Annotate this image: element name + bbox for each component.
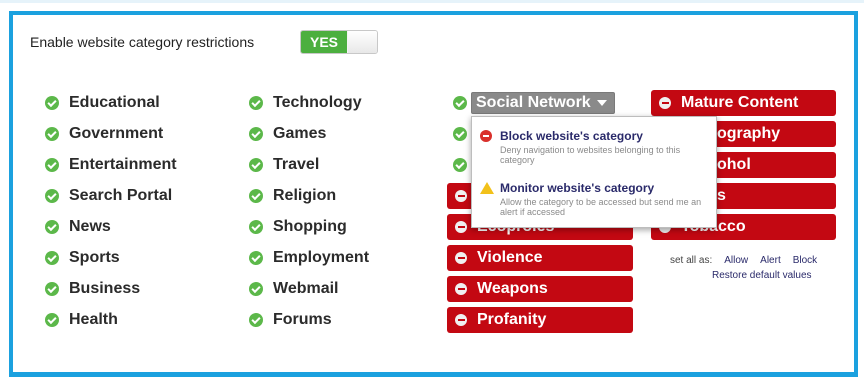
- category-label: Sports: [69, 249, 120, 266]
- category-forums[interactable]: Forums: [249, 310, 332, 330]
- category-government[interactable]: Government: [45, 124, 163, 144]
- warning-icon: [480, 182, 494, 194]
- category-employment[interactable]: Employment: [249, 248, 369, 268]
- category-label: ography: [717, 125, 781, 142]
- category-label: Government: [69, 125, 164, 142]
- category-educational[interactable]: Educational: [45, 93, 160, 113]
- category-technology[interactable]: Technology: [249, 93, 362, 113]
- category-shopping[interactable]: Shopping: [249, 217, 347, 237]
- allow-check-icon: [45, 127, 59, 141]
- block-icon: [455, 190, 467, 202]
- category-mature-content[interactable]: Mature Content: [651, 90, 836, 116]
- category-label: Search Portal: [69, 187, 173, 204]
- allow-check-icon: [249, 313, 263, 327]
- allow-check-icon: [453, 96, 467, 110]
- enable-restrictions-label: Enable website category restrictions: [30, 34, 255, 50]
- category-label: Shopping: [273, 218, 347, 235]
- option-description: Deny navigation to websites belonging to…: [500, 145, 681, 165]
- allow-check-icon: [249, 220, 263, 234]
- toggle-knob[interactable]: [348, 31, 377, 53]
- chevron-down-icon: [596, 100, 607, 106]
- category-label: Travel: [273, 156, 320, 173]
- allow-check-icon: [249, 189, 263, 203]
- category-label: Employment: [273, 249, 370, 266]
- set-all-block-link[interactable]: Block: [793, 255, 817, 266]
- category-health[interactable]: Health: [45, 310, 118, 330]
- category-profanity[interactable]: Profanity: [447, 307, 633, 333]
- category-travel[interactable]: Travel: [249, 155, 319, 175]
- category-games[interactable]: Games: [249, 124, 326, 144]
- category-weapons[interactable]: Weapons: [447, 276, 633, 302]
- social-network-dropdown[interactable]: Social Network: [471, 92, 615, 114]
- allow-check-icon: [249, 282, 263, 296]
- allow-check-icon: [249, 158, 263, 172]
- option-description: Allow the category to be accessed but se…: [500, 197, 702, 217]
- allow-check-icon: [453, 158, 467, 172]
- allow-check-icon: [45, 220, 59, 234]
- category-search-portal[interactable]: Search Portal: [45, 186, 172, 206]
- category-webmail[interactable]: Webmail: [249, 279, 339, 299]
- category-label: Business: [69, 280, 141, 297]
- block-icon: [455, 314, 467, 326]
- allow-check-icon: [249, 96, 263, 110]
- block-icon: [659, 97, 671, 109]
- category-label: Games: [273, 125, 327, 142]
- allow-check-icon: [249, 127, 263, 141]
- allow-check-icon: [249, 251, 263, 265]
- monitor-category-option[interactable]: Monitor website's category Allow the cat…: [480, 181, 710, 217]
- category-label: Educational: [69, 94, 160, 111]
- category-label: Health: [69, 311, 118, 328]
- set-all-allow-link[interactable]: Allow: [724, 255, 748, 266]
- category-label: Entertainment: [69, 156, 177, 173]
- category-label: Forums: [273, 311, 332, 328]
- set-all-controls: set all as: Allow Alert Block: [670, 255, 817, 266]
- allow-check-icon: [45, 96, 59, 110]
- enable-restrictions-row: Enable website category restrictions YES: [30, 30, 378, 54]
- set-all-alert-link[interactable]: Alert: [760, 255, 781, 266]
- category-label: Violence: [477, 249, 543, 266]
- top-divider: [0, 0, 864, 3]
- block-category-option[interactable]: Block website's category Deny navigation…: [480, 129, 710, 165]
- dropdown-label: Social Network: [476, 94, 591, 111]
- allow-check-icon: [45, 251, 59, 265]
- category-label: Weapons: [477, 280, 548, 297]
- category-action-menu: Block website's category Deny navigation…: [471, 116, 717, 228]
- category-sports[interactable]: Sports: [45, 248, 120, 268]
- category-business[interactable]: Business: [45, 279, 140, 299]
- block-icon: [480, 130, 492, 142]
- category-label: Mature Content: [681, 94, 799, 111]
- category-label: Religion: [273, 187, 337, 204]
- restore-defaults-link[interactable]: Restore default values: [712, 270, 812, 281]
- category-label: ohol: [717, 156, 751, 173]
- enable-restrictions-toggle[interactable]: YES: [300, 30, 378, 54]
- category-news[interactable]: News: [45, 217, 111, 237]
- category-label: News: [69, 218, 111, 235]
- category-violence[interactable]: Violence: [447, 245, 633, 271]
- option-title: Monitor website's category: [500, 181, 655, 195]
- category-entertainment[interactable]: Entertainment: [45, 155, 177, 175]
- allow-check-icon: [453, 127, 467, 141]
- category-label: Technology: [273, 94, 362, 111]
- toggle-yes-label: YES: [301, 31, 347, 53]
- allow-check-icon: [45, 313, 59, 327]
- category-label: Profanity: [477, 311, 547, 328]
- category-label: s: [717, 187, 726, 204]
- option-title: Block website's category: [500, 129, 643, 143]
- block-icon: [455, 221, 467, 233]
- set-all-label: set all as:: [670, 255, 713, 266]
- allow-check-icon: [45, 158, 59, 172]
- block-icon: [455, 252, 467, 264]
- allow-check-icon: [45, 189, 59, 203]
- allow-check-icon: [45, 282, 59, 296]
- category-religion[interactable]: Religion: [249, 186, 336, 206]
- category-label: Webmail: [273, 280, 339, 297]
- block-icon: [455, 283, 467, 295]
